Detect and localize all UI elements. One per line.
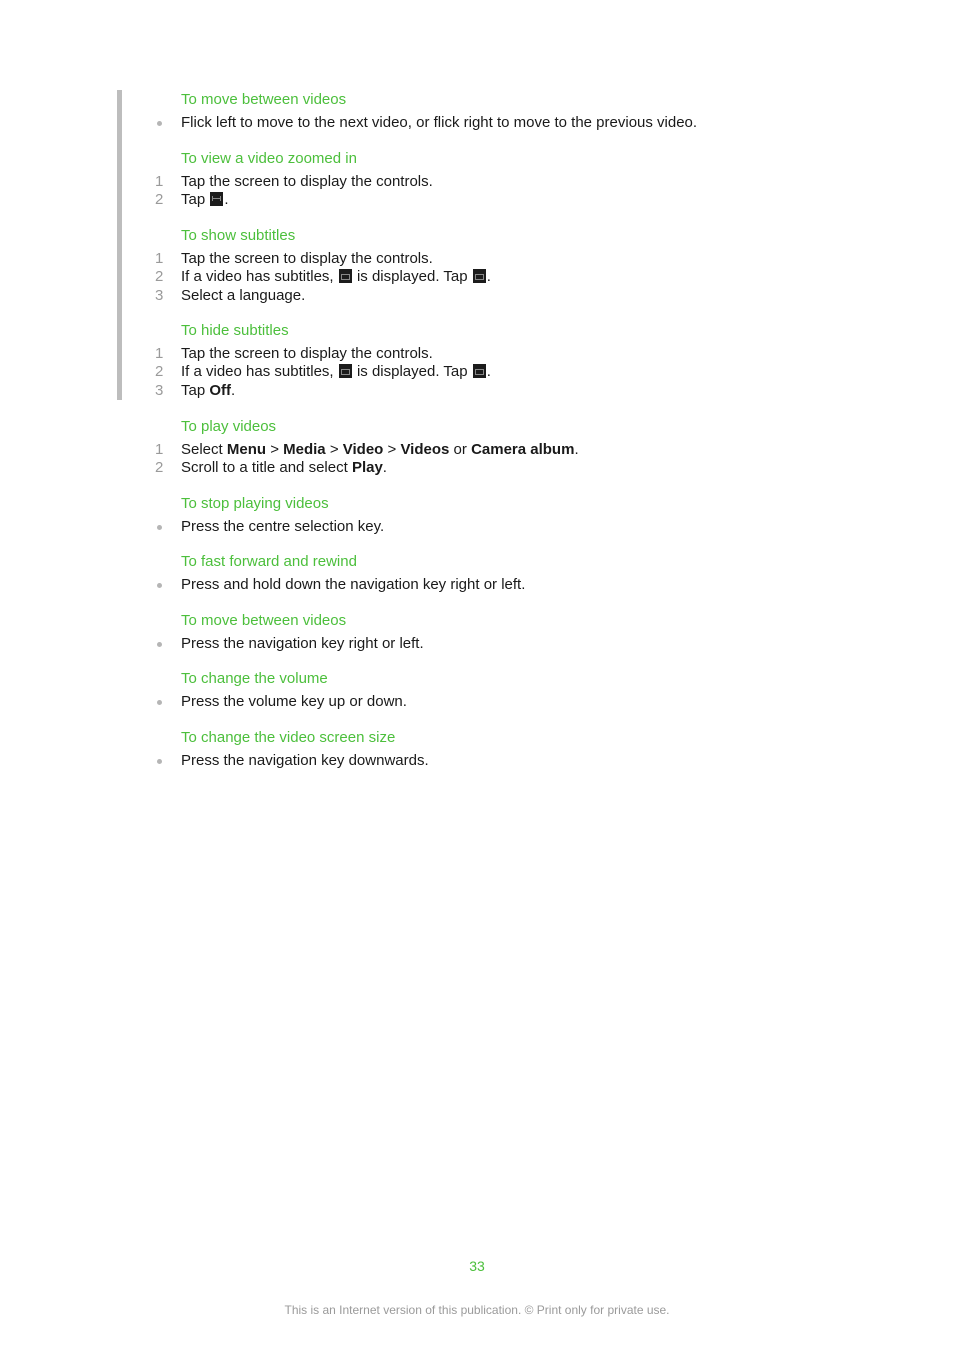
bold-term: Play: [351, 459, 383, 476]
section-heading: To play videos: [181, 418, 277, 435]
item-text: Scroll to a title and select Play.: [181, 459, 387, 477]
bold-term: Off: [209, 382, 232, 399]
step-number: 2: [155, 191, 164, 208]
text-part: is displayed. Tap: [356, 363, 468, 380]
text-part: .: [486, 268, 491, 285]
section-heading: To fast forward and rewind: [181, 553, 357, 570]
text-part: .: [574, 441, 579, 458]
footer-notice: This is an Internet version of this publ…: [284, 1303, 670, 1317]
list-item: 2 Scroll to a title and select Play.: [0, 459, 954, 477]
text-part: Tap: [181, 382, 206, 399]
section-heading: To change the volume: [181, 670, 328, 687]
item-text: Press the volume key up or down.: [181, 693, 407, 710]
item-text: Press the navigation key right or left.: [181, 635, 424, 652]
subtitles-icon: [472, 269, 486, 283]
section-heading: To view a video zoomed in: [181, 150, 357, 167]
section-heading: To change the video screen size: [181, 729, 396, 746]
menu-path-video: Video: [342, 441, 384, 458]
step-number: 1: [155, 250, 164, 267]
section-heading: To move between videos: [181, 91, 347, 108]
page-number: 33: [469, 1258, 485, 1274]
bullet-icon: [157, 583, 162, 588]
list-item: 3 Tap Off.: [0, 382, 954, 400]
list-item: Press the navigation key right or left.: [0, 635, 954, 653]
list-item: Press the navigation key downwards.: [0, 752, 954, 770]
list-item: Press the volume key up or down.: [0, 693, 954, 711]
list-item: 2 If a video has subtitles, is displayed…: [0, 363, 954, 381]
text-part: >: [325, 441, 343, 458]
section-heading: To move between videos: [181, 612, 347, 629]
step-number: 1: [155, 441, 164, 458]
subtitles-icon: [472, 364, 486, 378]
bullet-icon: [157, 525, 162, 530]
item-text: Press the centre selection key.: [181, 518, 385, 535]
text-part: .: [224, 191, 229, 208]
list-item: Press and hold down the navigation key r…: [0, 576, 954, 594]
menu-path-camera-album: Camera album: [471, 441, 575, 458]
bullet-icon: [157, 121, 162, 126]
list-item: 2 If a video has subtitles, is displayed…: [0, 268, 954, 286]
text-part: Scroll to a title and select: [181, 459, 348, 476]
step-number: 2: [155, 363, 164, 380]
subtitles-icon: [338, 269, 352, 283]
item-text: Select a language.: [181, 287, 306, 304]
menu-path-videos: Videos: [400, 441, 450, 458]
text-part: is displayed. Tap: [356, 268, 468, 285]
step-number: 2: [155, 459, 164, 476]
zoom-icon: [210, 192, 224, 206]
list-item: 2 Tap .: [0, 191, 954, 209]
section-heading: To stop playing videos: [181, 495, 329, 512]
text-part: or: [449, 441, 472, 458]
text-part: Tap: [181, 191, 206, 208]
text-part: Select: [181, 441, 227, 458]
bullet-icon: [157, 642, 162, 647]
section-heading: To show subtitles: [181, 227, 296, 244]
text-part: >: [266, 441, 284, 458]
list-item: Press the centre selection key.: [0, 518, 954, 536]
list-item: Flick left to move to the next video, or…: [0, 114, 954, 132]
menu-path-menu: Menu: [226, 441, 267, 458]
list-item: 1 Select Menu > Media > Video > Videos o…: [0, 441, 954, 459]
text-part: If a video has subtitles,: [181, 268, 334, 285]
item-text: Tap Off.: [181, 382, 235, 400]
list-item: 1 Tap the screen to display the controls…: [0, 345, 954, 363]
list-item: 3 Select a language.: [0, 287, 954, 305]
text-part: .: [231, 382, 236, 399]
step-number: 2: [155, 268, 164, 285]
text-part: .: [486, 363, 491, 380]
menu-path-media: Media: [283, 441, 326, 458]
item-text: If a video has subtitles, is displayed. …: [181, 268, 491, 286]
step-number: 1: [155, 173, 164, 190]
item-text: If a video has subtitles, is displayed. …: [181, 363, 491, 381]
subtitles-icon: [338, 364, 352, 378]
item-text: Select Menu > Media > Video > Videos or …: [181, 441, 579, 459]
section-heading: To hide subtitles: [181, 322, 289, 339]
item-text: Press and hold down the navigation key r…: [181, 576, 526, 593]
item-text: Tap the screen to display the controls.: [181, 173, 433, 190]
item-text: Tap .: [181, 191, 229, 209]
item-text: Tap the screen to display the controls.: [181, 345, 433, 362]
step-number: 3: [155, 287, 164, 304]
step-number: 3: [155, 382, 164, 399]
text-part: >: [383, 441, 401, 458]
text-part: .: [382, 459, 387, 476]
list-item: 1 Tap the screen to display the controls…: [0, 250, 954, 268]
bullet-icon: [157, 700, 162, 705]
item-text: Press the navigation key downwards.: [181, 752, 429, 769]
bullet-icon: [157, 759, 162, 764]
text-part: If a video has subtitles,: [181, 363, 334, 380]
item-text: Flick left to move to the next video, or…: [181, 114, 698, 131]
step-number: 1: [155, 345, 164, 362]
list-item: 1 Tap the screen to display the controls…: [0, 173, 954, 191]
item-text: Tap the screen to display the controls.: [181, 250, 433, 267]
